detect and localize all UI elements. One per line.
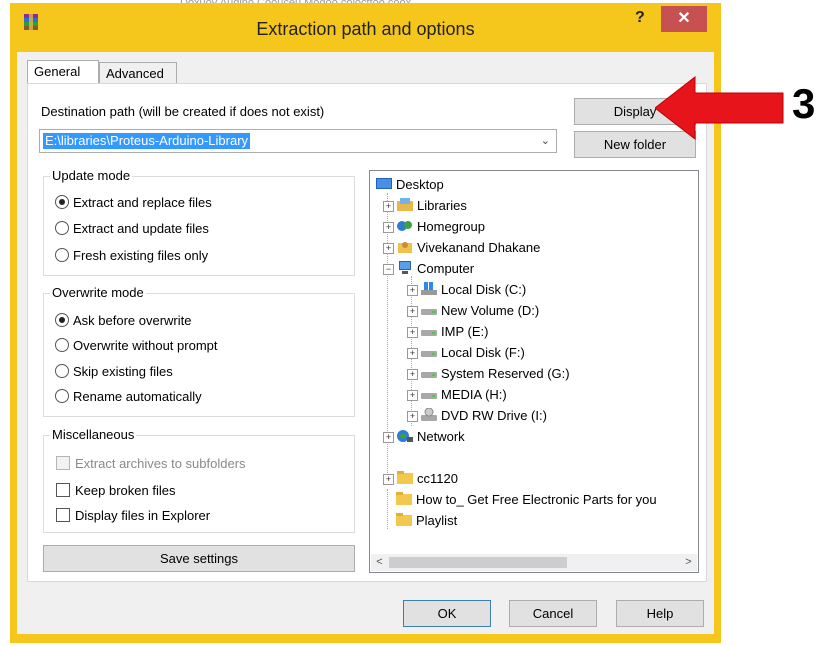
horizontal-scrollbar[interactable]: < > — [371, 554, 697, 571]
dvd-drive-icon — [421, 408, 437, 421]
title-bar[interactable]: Extraction path and options ? ✕ — [10, 3, 721, 39]
drive-icon — [421, 351, 437, 357]
help-button[interactable]: Help — [616, 600, 704, 627]
scroll-right-icon[interactable]: > — [680, 554, 697, 571]
drive-icon — [421, 330, 437, 336]
expand-icon[interactable]: + — [407, 348, 418, 359]
miscellaneous-title: Miscellaneous — [50, 427, 137, 442]
expand-icon[interactable]: + — [407, 306, 418, 317]
expand-icon[interactable]: + — [383, 432, 394, 443]
tab-advanced[interactable]: Advanced — [99, 62, 177, 84]
expand-icon[interactable]: + — [383, 243, 394, 254]
expand-icon[interactable]: + — [383, 201, 394, 212]
tree-item-folder-playlist[interactable]: Playlist — [396, 512, 457, 530]
dialog-client-area: General Advanced Destination path (will … — [17, 52, 714, 634]
tree-item-libraries[interactable]: + Libraries — [383, 197, 467, 215]
scrollbar-thumb[interactable] — [389, 557, 567, 568]
extraction-dialog: Extraction path and options ? ✕ General … — [10, 3, 721, 643]
save-settings-button[interactable]: Save settings — [43, 545, 355, 572]
radio-skip-existing[interactable]: Skip existing files — [55, 364, 173, 379]
chevron-down-icon[interactable]: ⌄ — [541, 134, 550, 147]
destination-path-label: Destination path (will be created if doe… — [41, 104, 325, 119]
expand-icon[interactable]: + — [383, 222, 394, 233]
libraries-icon — [397, 198, 413, 211]
tree-item-folder-how-to[interactable]: How to_ Get Free Electronic Parts for yo… — [396, 491, 657, 509]
drive-icon — [421, 393, 437, 399]
help-title-button[interactable]: ? — [635, 9, 645, 27]
step-number-annotation: 3 — [792, 80, 816, 127]
update-mode-title: Update mode — [50, 168, 133, 183]
expand-icon[interactable]: + — [407, 369, 418, 380]
ok-button[interactable]: OK — [403, 600, 491, 627]
overwrite-mode-title: Overwrite mode — [50, 285, 146, 300]
desktop-icon — [376, 178, 392, 189]
tree-item-drive-c[interactable]: + Local Disk (C:) — [407, 281, 526, 299]
computer-icon — [399, 261, 411, 274]
tree-item-homegroup[interactable]: + Homegroup — [383, 218, 485, 236]
tree-item-folder-cc1120[interactable]: + cc1120 — [383, 470, 458, 488]
expand-icon[interactable]: + — [407, 390, 418, 401]
tab-general[interactable]: General — [27, 60, 99, 84]
drive-icon — [421, 309, 437, 315]
tree-item-network[interactable]: + Network — [383, 428, 465, 446]
user-folder-icon — [398, 242, 412, 253]
collapse-icon[interactable]: − — [383, 264, 394, 275]
tree-item-user-folder[interactable]: + Vivekanand Dhakane — [383, 239, 540, 257]
tree-item-drive-f[interactable]: + Local Disk (F:) — [407, 344, 525, 362]
scroll-left-icon[interactable]: < — [371, 554, 388, 571]
radio-rename-automatically[interactable]: Rename automatically — [55, 389, 202, 404]
expand-icon[interactable]: + — [407, 411, 418, 422]
radio-extract-update[interactable]: Extract and update files — [55, 221, 209, 236]
tree-item-desktop[interactable]: Desktop — [376, 176, 444, 194]
expand-icon[interactable]: + — [407, 285, 418, 296]
drive-icon — [421, 372, 437, 378]
checkbox-display-in-explorer[interactable]: Display files in Explorer — [56, 508, 210, 523]
radio-fresh-existing[interactable]: Fresh existing files only — [55, 248, 208, 263]
tree-item-drive-i[interactable]: + DVD RW Drive (I:) — [407, 407, 547, 425]
folder-icon — [396, 513, 412, 526]
radio-ask-before[interactable]: Ask before overwrite — [55, 313, 192, 328]
tree-item-computer[interactable]: − Computer — [383, 260, 474, 278]
checkbox-extract-to-subfolders[interactable]: Extract archives to subfolders — [56, 456, 246, 471]
tree-item-drive-d[interactable]: + New Volume (D:) — [407, 302, 539, 320]
system-drive-icon — [421, 282, 437, 295]
tree-item-drive-g[interactable]: + System Reserved (G:) — [407, 365, 570, 383]
tree-item-drive-h[interactable]: + MEDIA (H:) — [407, 386, 507, 404]
radio-extract-replace[interactable]: Extract and replace files — [55, 195, 212, 210]
red-arrow-annotation — [655, 75, 784, 141]
destination-path-combobox[interactable]: E:\libraries\Proteus-Arduino-Library ⌄ — [39, 129, 557, 153]
folder-icon — [397, 471, 413, 484]
radio-overwrite-without-prompt[interactable]: Overwrite without prompt — [55, 338, 218, 353]
checkbox-keep-broken-files[interactable]: Keep broken files — [56, 483, 175, 498]
tree-item-drive-e[interactable]: + IMP (E:) — [407, 323, 488, 341]
destination-path-value[interactable]: E:\libraries\Proteus-Arduino-Library — [43, 133, 251, 149]
expand-icon[interactable]: + — [407, 327, 418, 338]
close-button[interactable]: ✕ — [661, 6, 707, 32]
dialog-title: Extraction path and options — [256, 19, 475, 39]
folder-icon — [396, 492, 412, 505]
cancel-button[interactable]: Cancel — [509, 600, 597, 627]
folder-tree[interactable]: Desktop + Libraries + Homegroup + Vivekanan… — [369, 170, 699, 573]
expand-icon[interactable]: + — [383, 474, 394, 485]
network-icon — [397, 430, 413, 442]
homegroup-icon — [397, 221, 412, 231]
